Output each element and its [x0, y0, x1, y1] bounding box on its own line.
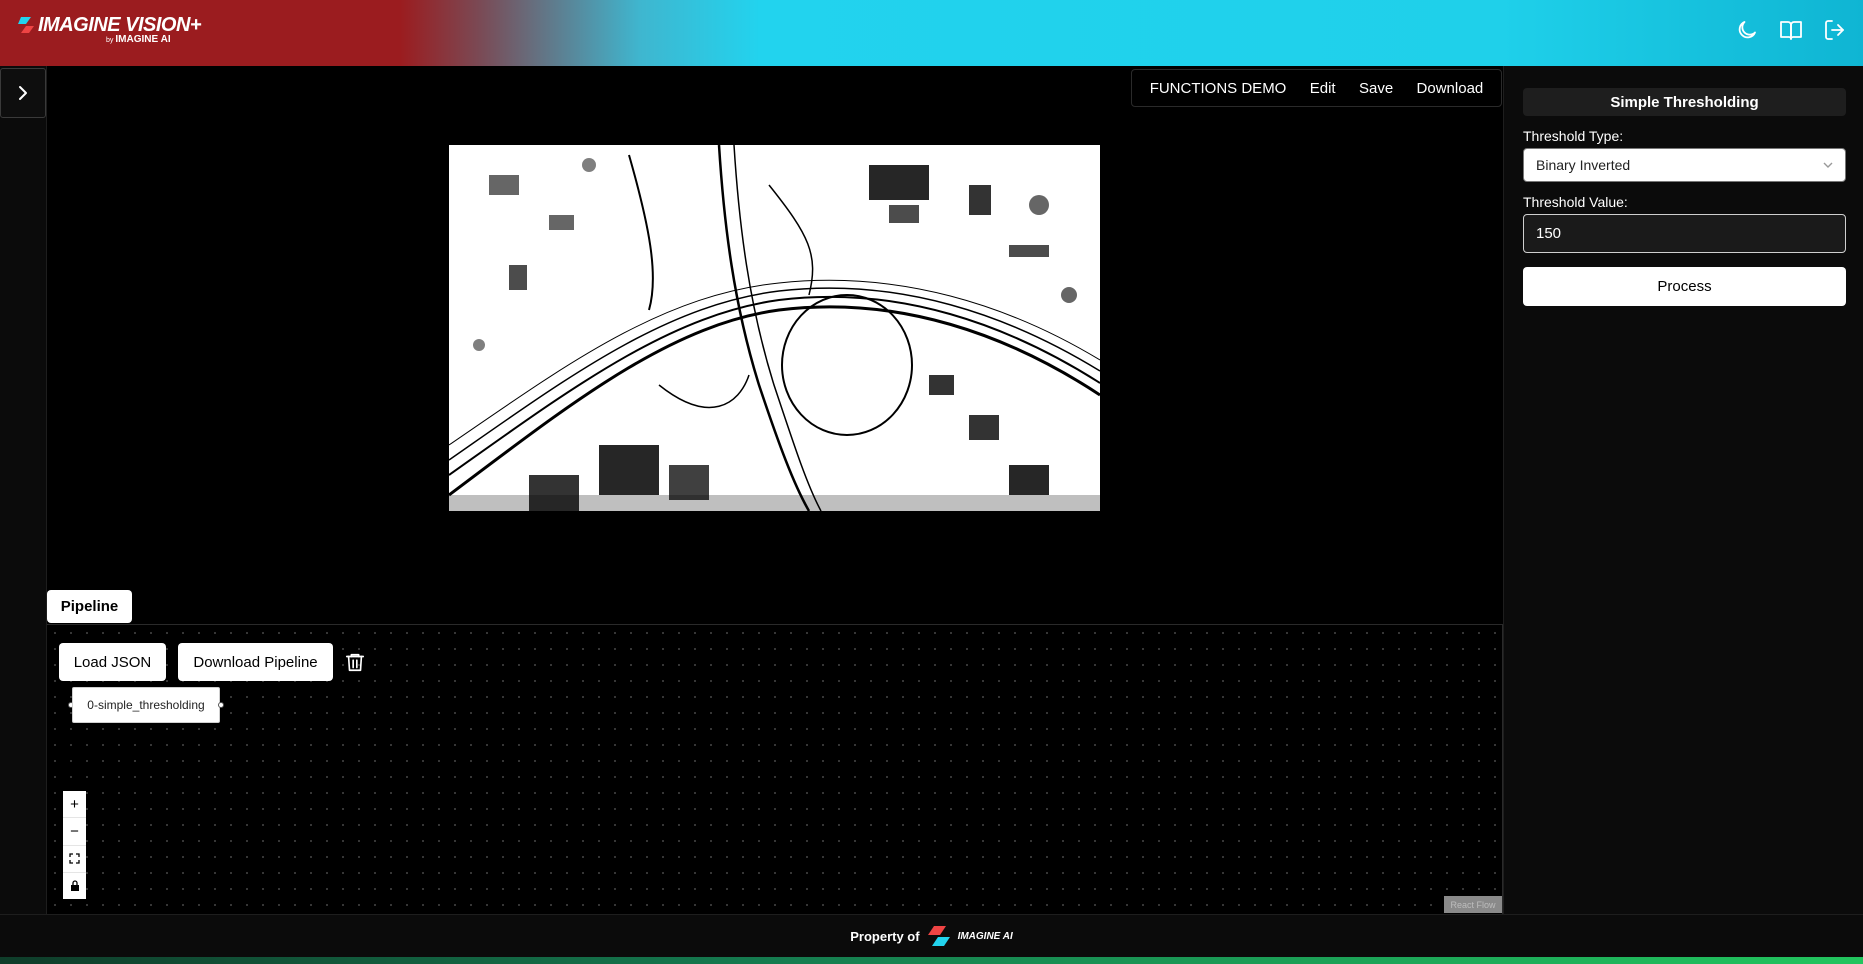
tab-pipeline[interactable]: Pipeline [47, 590, 132, 623]
lock-icon [70, 880, 79, 892]
panel-title: Simple Thresholding [1523, 88, 1846, 116]
threshold-type-select[interactable]: Binary Inverted [1523, 148, 1846, 182]
chevron-right-icon [19, 86, 27, 100]
node-output-handle[interactable] [218, 702, 224, 708]
book-icon[interactable] [1779, 18, 1803, 42]
app-header: IMAGINE VISION+ by IMAGINE AI [0, 0, 1863, 66]
fit-view-icon [69, 853, 80, 864]
footer: Property of IMAGINE AI [0, 914, 1863, 957]
edit-button[interactable]: Edit [1310, 80, 1336, 97]
pipeline-node[interactable]: 0-simple_thresholding [72, 687, 220, 723]
project-toolbar: FUNCTIONS DEMO Edit Save Download [1131, 69, 1502, 107]
footer-property-text: Property of [850, 928, 920, 944]
moon-icon[interactable] [1735, 18, 1759, 42]
flow-controls: + − [63, 791, 86, 899]
project-name[interactable]: FUNCTIONS DEMO [1150, 80, 1287, 97]
zoom-out-button[interactable]: − [63, 818, 86, 846]
processed-image [449, 145, 1100, 511]
threshold-value-label: Threshold Value: [1523, 194, 1628, 210]
process-button[interactable]: Process [1523, 267, 1846, 306]
thresholded-image-svg [449, 145, 1100, 511]
plus-icon: + [70, 795, 79, 813]
download-pipeline-button[interactable]: Download Pipeline [178, 643, 333, 681]
trash-icon[interactable] [344, 651, 366, 673]
footer-brand: IMAGINE AI [957, 930, 1013, 942]
expand-sidebar-button[interactable] [0, 68, 46, 118]
imagine-ai-logo-icon [927, 926, 950, 946]
left-sidebar [0, 66, 47, 914]
zoom-in-button[interactable]: + [63, 791, 86, 819]
bottom-accent-strip [0, 957, 1863, 964]
threshold-value-text: 150 [1536, 225, 1562, 242]
fit-view-button[interactable] [63, 846, 86, 873]
minus-icon: − [70, 822, 79, 840]
logout-icon[interactable] [1823, 18, 1847, 42]
download-button[interactable]: Download [1417, 80, 1484, 97]
react-flow-attribution[interactable]: React Flow [1444, 896, 1502, 913]
logo-mark-icon [18, 17, 34, 33]
lock-button[interactable] [63, 873, 86, 899]
threshold-type-value: Binary Inverted [1536, 157, 1631, 173]
load-json-button[interactable]: Load JSON [59, 643, 166, 681]
logo-subtitle: by IMAGINE AI [106, 34, 171, 45]
chevron-down-icon [1823, 162, 1833, 168]
threshold-type-label: Threshold Type: [1523, 128, 1624, 144]
threshold-value-input[interactable]: 150 [1523, 214, 1846, 253]
save-button[interactable]: Save [1359, 80, 1393, 97]
